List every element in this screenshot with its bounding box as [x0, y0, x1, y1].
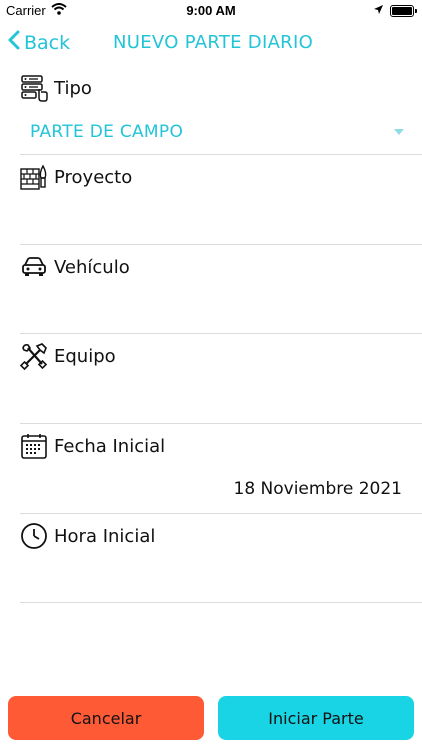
vehiculo-label: Vehículo	[54, 256, 130, 278]
car-icon	[20, 253, 48, 281]
status-bar: Carrier 9:00 AM	[0, 0, 422, 22]
proyecto-section[interactable]: Proyecto	[20, 162, 422, 192]
battery-icon	[390, 4, 417, 17]
page-title: NUEVO PARTE DIARIO	[113, 32, 314, 53]
back-label: Back	[24, 31, 71, 54]
divider	[20, 154, 422, 155]
hora-inicial-section[interactable]: Hora Inicial	[20, 521, 422, 551]
equipo-section[interactable]: Equipo	[20, 341, 422, 371]
clock-icon	[20, 522, 48, 550]
divider	[20, 513, 422, 514]
divider	[20, 333, 422, 334]
tipo-label: Tipo	[54, 77, 92, 99]
proyecto-label: Proyecto	[54, 166, 133, 188]
chevron-left-icon	[8, 30, 20, 55]
divider	[20, 423, 422, 424]
cancel-button[interactable]: Cancelar	[8, 696, 204, 740]
fecha-inicial-label: Fecha Inicial	[54, 435, 166, 457]
tipo-select[interactable]: PARTE DE CAMPO	[30, 118, 410, 146]
start-report-button[interactable]: Iniciar Parte	[218, 696, 414, 740]
divider	[20, 244, 422, 245]
caret-down-icon	[394, 129, 404, 135]
hora-inicial-label: Hora Inicial	[54, 525, 156, 547]
fecha-inicial-section: Fecha Inicial	[20, 431, 422, 461]
tipo-section: Tipo	[20, 73, 422, 103]
calendar-icon	[20, 432, 48, 460]
server-touch-icon	[20, 74, 48, 102]
navigation-bar: Back NUEVO PARTE DIARIO	[0, 24, 422, 62]
fecha-inicial-value[interactable]: 18 Noviembre 2021	[234, 479, 403, 499]
brick-wall-icon	[20, 163, 48, 191]
vehiculo-section[interactable]: Vehículo	[20, 252, 422, 282]
tools-icon	[20, 342, 48, 370]
divider	[20, 602, 422, 603]
status-right	[373, 3, 417, 18]
equipo-label: Equipo	[54, 345, 116, 367]
tipo-selected-value: PARTE DE CAMPO	[30, 122, 184, 142]
clock: 9:00 AM	[186, 3, 236, 18]
back-button[interactable]: Back	[8, 30, 70, 55]
location-arrow-icon	[373, 3, 384, 18]
